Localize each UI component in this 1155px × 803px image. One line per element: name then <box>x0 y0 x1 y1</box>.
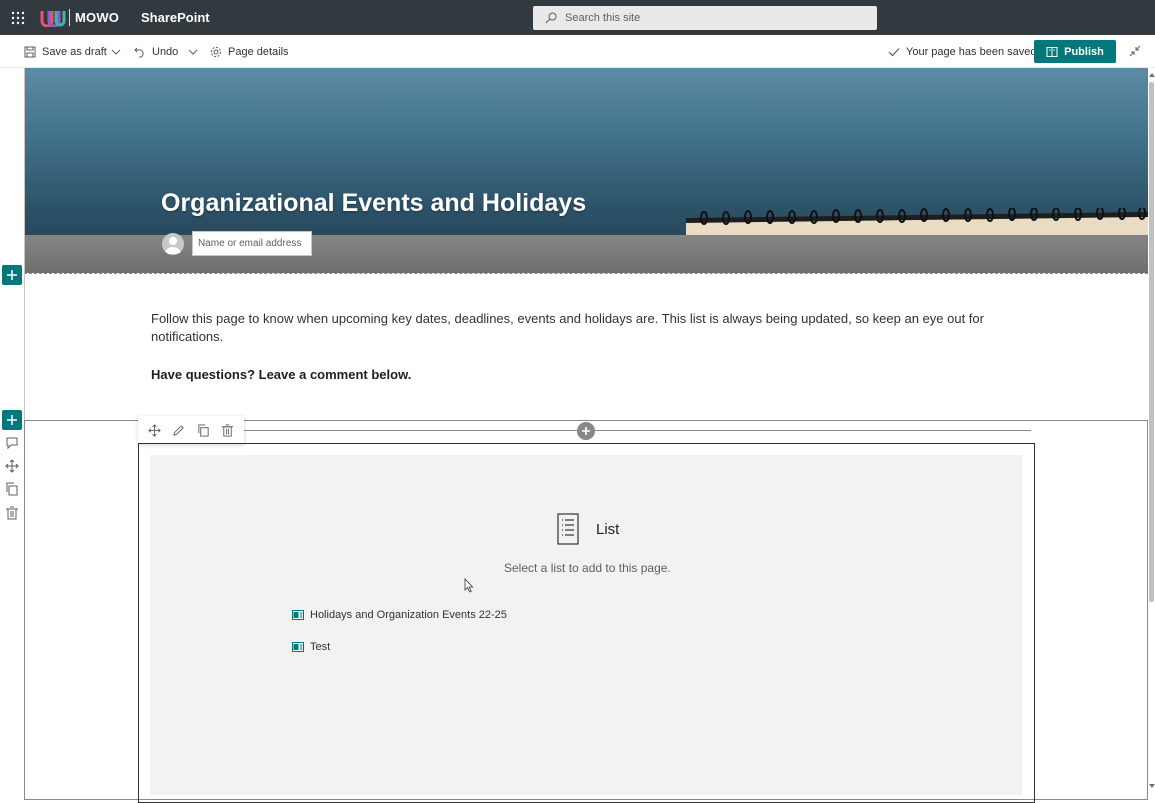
undo-icon <box>134 47 144 57</box>
save-as-draft-button[interactable]: Save as draft <box>24 35 107 68</box>
author-name-input[interactable]: Name or email address <box>192 231 312 256</box>
edit-pencil-icon[interactable] <box>172 424 185 437</box>
search-input[interactable]: Search this site <box>565 12 640 24</box>
add-section-button[interactable] <box>2 265 22 285</box>
list-option-label: Test <box>310 641 331 653</box>
webpart-title: List <box>596 521 620 538</box>
chevron-down-icon <box>188 49 198 55</box>
undo-button[interactable]: Undo <box>134 35 178 68</box>
add-section-button[interactable] <box>2 410 22 430</box>
hero-section-divider <box>24 273 1148 274</box>
comment-prompt[interactable]: Have questions? Leave a comment below. <box>151 367 411 382</box>
checkmark-icon <box>888 47 900 56</box>
save-status-text: Your page has been saved <box>906 45 1037 58</box>
publish-icon <box>1046 46 1058 57</box>
page-details-button[interactable]: Page details <box>210 35 289 68</box>
gear-icon <box>210 46 222 57</box>
sharepoint-list-icon <box>292 610 304 620</box>
add-webpart-button[interactable] <box>577 422 595 440</box>
add-webpart-line <box>244 430 1031 431</box>
search-box[interactable]: Search this site <box>533 6 877 30</box>
webpart-toolbar <box>138 416 244 444</box>
save-options-chevron[interactable] <box>111 35 121 68</box>
suite-bar: MOWO SharePoint Search this site <box>0 0 1155 35</box>
undo-label: Undo <box>152 45 179 58</box>
delete-section-icon[interactable] <box>5 506 19 520</box>
plus-icon <box>582 427 590 435</box>
publish-label: Publish <box>1064 45 1104 58</box>
move-icon[interactable] <box>148 423 161 437</box>
publish-button[interactable]: Publish <box>1034 40 1116 63</box>
plus-icon <box>7 415 17 425</box>
list-webpart-placeholder[interactable] <box>150 455 1022 795</box>
sharepoint-list-icon <box>292 642 304 652</box>
app-name[interactable]: SharePoint <box>141 10 210 25</box>
logo-divider <box>69 9 70 26</box>
undo-options-chevron[interactable] <box>188 35 198 68</box>
org-logo[interactable] <box>40 7 66 27</box>
command-bar: Save as draft Undo Page details Your pag… <box>0 35 1155 68</box>
delete-icon[interactable] <box>221 423 234 437</box>
save-as-draft-label: Save as draft <box>42 45 107 58</box>
app-launcher-icon[interactable] <box>0 0 35 35</box>
hero-banner[interactable]: Organizational Events and Holidays Name … <box>24 68 1148 273</box>
duplicate-section-icon[interactable] <box>5 482 19 496</box>
save-icon <box>24 46 36 57</box>
page-details-label: Page details <box>228 45 289 58</box>
chevron-down-icon <box>111 49 121 55</box>
list-option[interactable]: Holidays and Organization Events 22-25 <box>292 607 507 623</box>
save-status: Your page has been saved <box>888 35 1036 68</box>
notebook-spiral-image <box>686 208 1148 236</box>
author-avatar-icon <box>162 233 184 255</box>
edit-section-icon[interactable] <box>5 436 19 450</box>
page-title[interactable]: Organizational Events and Holidays <box>161 189 586 218</box>
mouse-pointer-icon <box>464 578 474 593</box>
webpart-instructions: Select a list to add to this page. <box>504 561 671 575</box>
list-icon <box>557 513 579 545</box>
search-icon <box>545 12 557 24</box>
duplicate-icon[interactable] <box>197 423 210 437</box>
vertical-scrollbar[interactable] <box>1148 68 1155 792</box>
move-section-icon[interactable] <box>5 459 19 473</box>
collapse-icon[interactable] <box>1128 44 1142 58</box>
list-option[interactable]: Test <box>292 639 330 655</box>
intro-paragraph[interactable]: Follow this page to know when upcoming k… <box>151 310 1011 346</box>
org-name[interactable]: MOWO <box>75 10 119 25</box>
list-option-label: Holidays and Organization Events 22-25 <box>310 609 507 621</box>
scrollbar-thumb[interactable] <box>1149 82 1154 602</box>
plus-icon <box>7 270 17 280</box>
